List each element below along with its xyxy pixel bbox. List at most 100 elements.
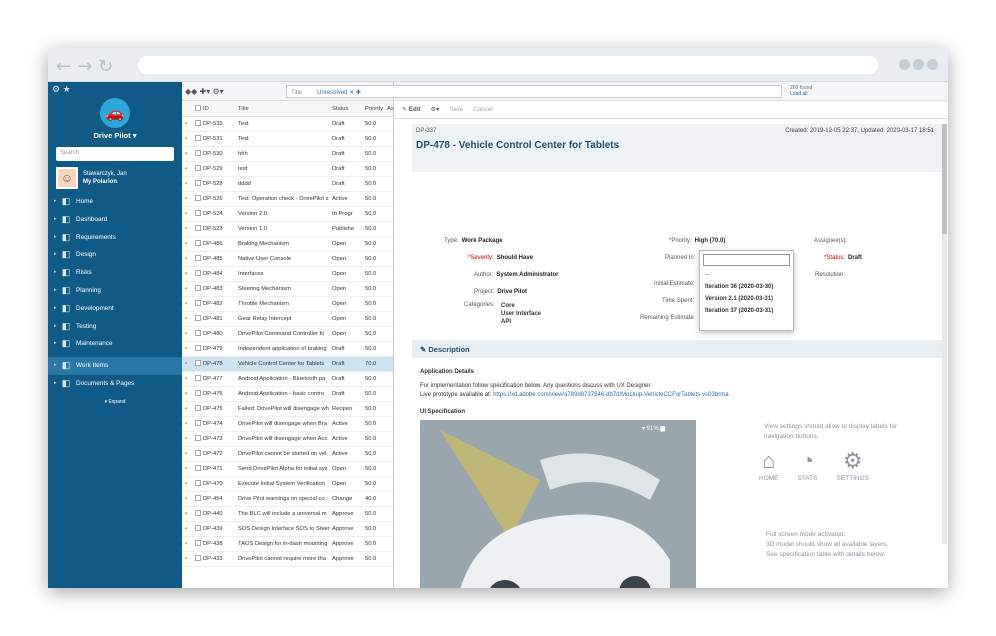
edit-button[interactable]: ✎ Edit — [402, 106, 421, 113]
table-row[interactable]: ⚭ DP-529 test Draft 50.0 — [182, 162, 393, 177]
row-link-icon[interactable]: ⚭ — [182, 241, 195, 247]
row-id[interactable]: DP-440 — [203, 511, 236, 517]
table-row[interactable]: ⚭ DP-526 Test: Operation check - DrivePilo… — [182, 192, 393, 207]
table-row[interactable]: ⚭ DP-476 Android Application - basic contr… — [182, 387, 393, 402]
sidebar-item-development[interactable]: ▸ ◧ Development — [48, 300, 182, 318]
row-checkbox[interactable] — [195, 315, 201, 321]
detail-scrollbar[interactable] — [942, 124, 947, 544]
row-id[interactable]: DP-471 — [203, 466, 236, 472]
row-id[interactable]: DP-484 — [203, 271, 236, 277]
table-row[interactable]: ⚭ DP-474 DrivePilot will disengage when Br… — [182, 417, 393, 432]
row-checkbox[interactable] — [195, 135, 201, 141]
sidebar-item-planning[interactable]: ▸ ◧ Planning — [48, 282, 182, 300]
row-link-icon[interactable]: ⚭ — [182, 196, 195, 202]
table-row[interactable]: ⚭ DP-531 Test Draft 50.0 — [182, 132, 393, 147]
row-id[interactable]: DP-476 — [203, 391, 236, 397]
table-row[interactable]: ⚭ DP-478 Vehicle Control Center for Tablet… — [182, 357, 393, 372]
row-id[interactable]: DP-530 — [203, 151, 236, 157]
sidebar-item-testing[interactable]: ▸ ◧ Testing — [48, 318, 182, 336]
table-row[interactable]: ⚭ DP-470 Execute Initial System Verificati… — [182, 477, 393, 492]
table-row[interactable]: ⚭ DP-524 Version 2.0 In Progr 50.0 — [182, 207, 393, 222]
row-id[interactable]: DP-478 — [203, 361, 236, 367]
row-link-icon[interactable]: ⚭ — [182, 226, 195, 232]
row-checkbox[interactable] — [195, 480, 201, 486]
row-link-icon[interactable]: ⚭ — [182, 256, 195, 262]
row-link-icon[interactable]: ⚭ — [182, 136, 195, 142]
row-link-icon[interactable]: ⚭ — [182, 391, 195, 397]
settings-icon[interactable]: ⚙ ★ — [48, 82, 182, 96]
row-checkbox[interactable] — [195, 390, 201, 396]
row-link-icon[interactable]: ⚭ — [182, 286, 195, 292]
table-row[interactable]: ⚭ DP-472 DrivePilot cannot be started on v… — [182, 447, 393, 462]
table-row[interactable]: ⚭ DP-532 Test Draft 50.0 — [182, 117, 393, 132]
sidebar-item-maintenance[interactable]: ▸ ◧ Maintenance — [48, 335, 182, 353]
row-link-icon[interactable]: ⚭ — [182, 346, 195, 352]
browser-menu-dots[interactable] — [896, 59, 938, 72]
save-button[interactable]: Save — [449, 106, 463, 113]
row-id[interactable]: DP-470 — [203, 481, 236, 487]
query-chip[interactable]: Unresolved — [317, 90, 347, 96]
table-row[interactable]: ⚭ DP-480 DrivePilot Command Controller fo O… — [182, 327, 393, 342]
row-link-icon[interactable]: ⚭ — [182, 181, 195, 187]
table-row[interactable]: ⚭ DP-530 hhh Draft 50.0 — [182, 147, 393, 162]
row-id[interactable]: DP-433 — [203, 556, 236, 562]
row-link-icon[interactable]: ⚭ — [182, 301, 195, 307]
table-row[interactable]: ⚭ DP-486 Braking Mechanism Open 50.0 — [182, 237, 393, 252]
table-row[interactable]: ⚭ DP-440 The BLC will include a universal … — [182, 507, 393, 522]
dropdown-option[interactable]: -- — [700, 269, 793, 281]
row-link-icon[interactable]: ⚭ — [182, 436, 195, 442]
table-row[interactable]: ⚭ DP-484 Interfaces Open 50.0 — [182, 267, 393, 282]
row-link-icon[interactable]: ⚭ — [182, 211, 195, 217]
col-title[interactable]: Title — [236, 106, 332, 112]
row-id[interactable]: DP-480 — [203, 331, 236, 337]
row-id[interactable]: DP-524 — [203, 211, 236, 217]
query-input[interactable]: Title Unresolved ✕ ✚ — [286, 85, 782, 98]
row-id[interactable]: DP-483 — [203, 286, 236, 292]
table-row[interactable]: ⚭ DP-454 Drive Pilot warnings on special c… — [182, 492, 393, 507]
row-checkbox[interactable] — [195, 510, 201, 516]
dropdown-option[interactable]: Iteration 37 (2020-03-31) — [700, 305, 793, 317]
table-row[interactable]: ⚭ DP-477 Android Application - Bluetooth p… — [182, 372, 393, 387]
row-id[interactable]: DP-477 — [203, 376, 236, 382]
col-status[interactable]: Status — [332, 106, 365, 112]
sidebar-item-dashboard[interactable]: ▸ ◧ Dashboard — [48, 211, 182, 229]
row-checkbox[interactable] — [195, 285, 201, 291]
row-link-icon[interactable]: ⚭ — [182, 151, 195, 157]
row-link-icon[interactable]: ⚭ — [182, 376, 195, 382]
table-row[interactable]: ⚭ DP-473 DrivePilot will disengage when Ac… — [182, 432, 393, 447]
row-checkbox[interactable] — [195, 150, 201, 156]
row-id[interactable]: DP-528 — [203, 181, 236, 187]
address-bar[interactable] — [138, 56, 878, 74]
row-checkbox[interactable] — [195, 195, 201, 201]
row-id[interactable]: DP-454 — [203, 496, 236, 502]
table-row[interactable]: ⚭ DP-523 Version 1.0 Publishe 50.0 — [182, 222, 393, 237]
sidebar-item-home[interactable]: ▸ ◧ Home — [48, 193, 182, 211]
description-header[interactable]: ✎ Description — [412, 340, 942, 358]
priority-value[interactable]: High (70.0) — [695, 238, 726, 244]
cancel-button[interactable]: Cancel — [473, 106, 492, 113]
row-link-icon[interactable]: ⚭ — [182, 421, 195, 427]
row-checkbox[interactable] — [195, 375, 201, 381]
row-link-icon[interactable]: ⚭ — [182, 481, 195, 487]
row-id[interactable]: DP-475 — [203, 406, 236, 412]
row-link-icon[interactable]: ⚭ — [182, 406, 195, 412]
my-polarion-link[interactable]: My Polarion — [83, 178, 127, 186]
dropdown-option[interactable]: Version 2.1 (2020-03-31) — [700, 293, 793, 305]
row-id[interactable]: DP-481 — [203, 316, 236, 322]
status-value[interactable]: Draft — [848, 255, 862, 261]
row-id[interactable]: DP-472 — [203, 451, 236, 457]
row-id[interactable]: DP-523 — [203, 226, 236, 232]
row-checkbox[interactable] — [195, 405, 201, 411]
row-checkbox[interactable] — [195, 255, 201, 261]
row-id[interactable]: DP-474 — [203, 421, 236, 427]
row-checkbox[interactable] — [195, 435, 201, 441]
dropdown-option[interactable]: Iteration 36 (2020-03-30) — [700, 281, 793, 293]
row-checkbox[interactable] — [195, 120, 201, 126]
row-id[interactable]: DP-529 — [203, 166, 236, 172]
row-id[interactable]: DP-486 — [203, 241, 236, 247]
table-row[interactable]: ⚭ DP-433 DrivePilot cannot require more th… — [182, 552, 393, 567]
col-priority[interactable]: Priority — [365, 106, 387, 112]
row-link-icon[interactable]: ⚭ — [182, 361, 195, 367]
table-row[interactable]: ⚭ DP-485 Native User Console Open 50.0 — [182, 252, 393, 267]
row-checkbox[interactable] — [195, 420, 201, 426]
